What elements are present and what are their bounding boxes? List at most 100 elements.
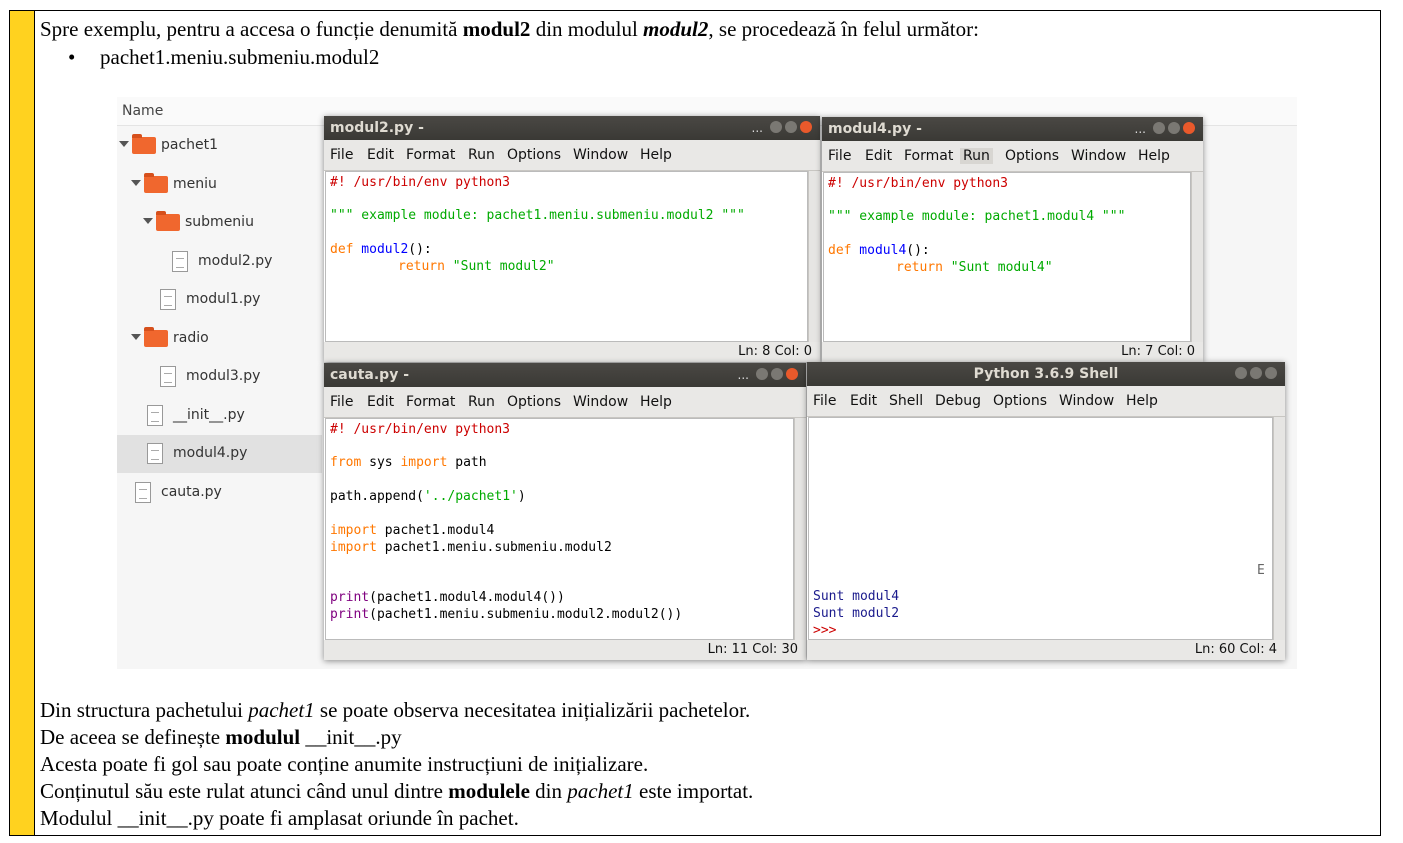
window-title: modul2.py -	[330, 120, 424, 136]
menu-file[interactable]: File	[330, 394, 353, 410]
menu-options[interactable]: Options	[993, 393, 1047, 409]
menu-format[interactable]: Format	[406, 147, 455, 163]
code-editor[interactable]: #! /usr/bin/env python3 from sys import …	[325, 418, 794, 640]
maximize-icon[interactable]	[785, 121, 797, 133]
minimize-icon[interactable]	[1153, 122, 1165, 134]
tree-item-label: modul4.py	[173, 445, 248, 461]
window-titlebar[interactable]: Python 3.6.9 Shell	[807, 362, 1285, 386]
close-icon[interactable]	[800, 121, 812, 133]
expand-arrow-icon[interactable]	[131, 180, 141, 186]
intro-text-mid: din modulul	[530, 17, 644, 41]
cursor-position: Ln: 8 Col: 0	[738, 344, 812, 359]
menu-file[interactable]: File	[813, 393, 836, 409]
folder-icon	[144, 173, 168, 193]
tree-item-label: radio	[173, 330, 209, 346]
tree-item-modul4[interactable]: modul4.py	[117, 435, 322, 473]
menu-window[interactable]: Window	[1059, 393, 1114, 409]
code-editor[interactable]: #! /usr/bin/env python3 """ example modu…	[325, 171, 808, 342]
idle-window-modul4[interactable]: modul4.py - ... File Edit Format Run Opt…	[822, 117, 1203, 362]
python-file-icon	[147, 443, 163, 464]
yellow-margin-bar	[10, 11, 35, 835]
maximize-icon[interactable]	[771, 368, 783, 380]
menu-edit[interactable]: Edit	[367, 394, 394, 410]
maximize-icon[interactable]	[1168, 122, 1180, 134]
menu-file[interactable]: File	[330, 147, 353, 163]
menu-shell[interactable]: Shell	[889, 393, 923, 409]
menu-debug[interactable]: Debug	[935, 393, 981, 409]
menu-edit[interactable]: Edit	[367, 147, 394, 163]
menu-help[interactable]: Help	[1126, 393, 1158, 409]
intro-line: Spre exemplu, pentru a accesa o funcție …	[40, 16, 979, 43]
minimize-icon[interactable]	[770, 121, 782, 133]
maximize-icon[interactable]	[1250, 367, 1262, 379]
shell-prompt: >>>	[813, 623, 837, 638]
menu-run[interactable]: Run	[960, 148, 993, 164]
status-bar: Ln: 8 Col: 0	[324, 342, 820, 362]
tree-item-meniu[interactable]: meniu	[117, 166, 322, 204]
code-line: print(pachet1.meniu.submeniu.modul2.modu…	[330, 607, 683, 622]
menu-run[interactable]: Run	[468, 147, 495, 163]
code-line: print(pachet1.modul4.modul4())	[330, 590, 565, 605]
tree-item-pachet1[interactable]: pachet1	[117, 127, 322, 165]
menu-format[interactable]: Format	[904, 148, 953, 164]
folder-icon	[156, 211, 180, 231]
name-column-label: Name	[122, 103, 164, 119]
code-line: import pachet1.modul4	[330, 523, 495, 538]
vertical-scrollbar[interactable]	[794, 418, 806, 640]
code-editor[interactable]: #! /usr/bin/env python3 """ example modu…	[823, 172, 1191, 342]
close-icon[interactable]	[1183, 122, 1195, 134]
menu-window[interactable]: Window	[573, 147, 628, 163]
vertical-scrollbar[interactable]	[1191, 172, 1203, 342]
menu-window[interactable]: Window	[573, 394, 628, 410]
menu-run[interactable]: Run	[468, 394, 495, 410]
menu-help[interactable]: Help	[1138, 148, 1170, 164]
shell-output[interactable]: E Sunt modul4 Sunt modul2 >>>	[808, 417, 1273, 640]
tree-item-modul3[interactable]: modul3.py	[117, 358, 322, 396]
menu-help[interactable]: Help	[640, 147, 672, 163]
code-line: def modul4():	[828, 243, 930, 258]
vertical-scrollbar[interactable]	[808, 171, 820, 342]
tree-item-submeniu[interactable]: submeniu	[117, 204, 322, 242]
title-ellipsis: ...	[1134, 122, 1146, 136]
minimize-icon[interactable]	[756, 368, 768, 380]
folder-icon	[144, 327, 168, 347]
menu-options[interactable]: Options	[1005, 148, 1059, 164]
tree-item-cauta[interactable]: cauta.py	[117, 474, 322, 512]
tree-item-radio[interactable]: radio	[117, 320, 322, 358]
idle-window-cauta[interactable]: cauta.py - ... File Edit Format Run Opti…	[324, 363, 806, 660]
screenshot-area: Name pachet1 meniu submeniu modul2.py mo…	[117, 97, 1297, 669]
vertical-scrollbar[interactable]	[1273, 417, 1285, 640]
window-titlebar[interactable]: cauta.py - ...	[324, 363, 806, 387]
expand-arrow-icon[interactable]	[143, 218, 153, 224]
paragraph-4: Conținutul său este rulat atunci când un…	[40, 779, 754, 803]
menu-help[interactable]: Help	[640, 394, 672, 410]
code-line: """ example module: pachet1.modul4 """	[828, 209, 1126, 224]
python-shell-window[interactable]: Python 3.6.9 Shell File Edit Shell Debug…	[807, 362, 1285, 660]
menu-file[interactable]: File	[828, 148, 851, 164]
code-line: return "Sunt modul4"	[896, 260, 1053, 275]
expand-arrow-icon[interactable]	[131, 334, 141, 340]
window-titlebar[interactable]: modul4.py - ...	[822, 117, 1203, 141]
close-icon[interactable]	[1265, 367, 1277, 379]
shell-line: Sunt modul4	[813, 589, 900, 604]
menu-bar: File Edit Format Run Options Window Help	[822, 141, 1203, 172]
close-icon[interactable]	[786, 368, 798, 380]
menu-edit[interactable]: Edit	[850, 393, 877, 409]
idle-window-modul2[interactable]: modul2.py - ... File Edit Format Run Opt…	[324, 116, 820, 362]
tree-item-init[interactable]: __init__.py	[117, 397, 322, 435]
minimize-icon[interactable]	[1235, 367, 1247, 379]
window-titlebar[interactable]: modul2.py - ...	[324, 116, 820, 140]
tree-item-modul1[interactable]: modul1.py	[117, 281, 322, 319]
expand-arrow-icon[interactable]	[119, 141, 129, 147]
cursor-position: Ln: 7 Col: 0	[1121, 344, 1195, 359]
menu-edit[interactable]: Edit	[865, 148, 892, 164]
menu-options[interactable]: Options	[507, 394, 561, 410]
menu-window[interactable]: Window	[1071, 148, 1126, 164]
paragraph-3: Acesta poate fi gol sau poate conține an…	[40, 752, 649, 776]
menu-options[interactable]: Options	[507, 147, 561, 163]
menu-format[interactable]: Format	[406, 394, 455, 410]
tree-item-modul2[interactable]: modul2.py	[117, 243, 322, 281]
status-bar: Ln: 60 Col: 4	[807, 640, 1285, 660]
cursor-position: Ln: 11 Col: 30	[707, 642, 798, 657]
code-line: #! /usr/bin/env python3	[330, 175, 511, 190]
